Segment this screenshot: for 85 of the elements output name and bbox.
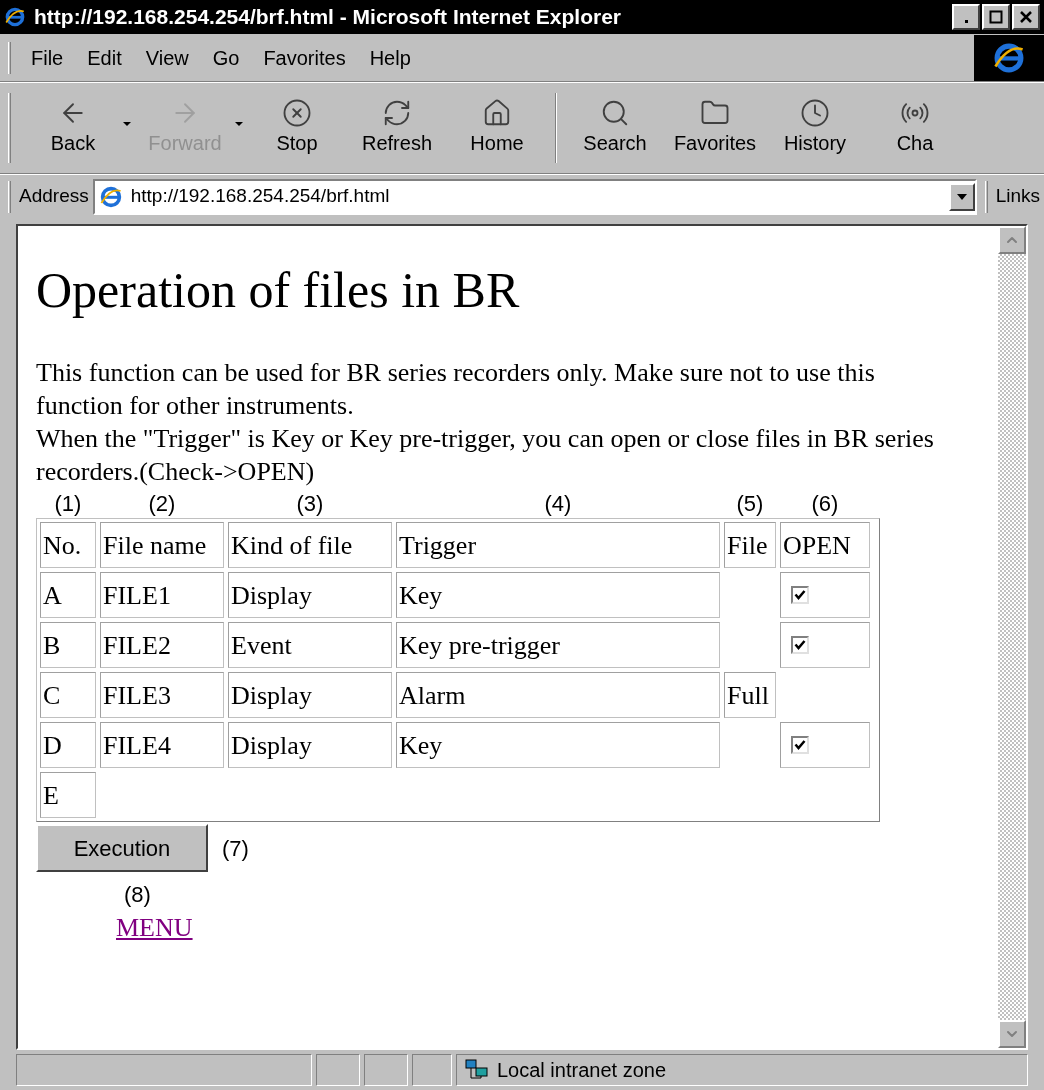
refresh-icon <box>382 98 412 128</box>
zone-text: Local intranet zone <box>497 1058 666 1083</box>
table-cell: Key pre-trigger <box>396 622 720 668</box>
check-icon <box>794 739 806 751</box>
column-header: Kind of file <box>228 522 392 568</box>
toolbar-button[interactable]: Refresh <box>347 98 447 158</box>
table-cell: Display <box>228 572 392 618</box>
toolbar-button[interactable]: Stop <box>247 98 347 158</box>
column-header: No. <box>40 522 96 568</box>
maximize-icon <box>989 10 1003 24</box>
column-header: OPEN <box>780 522 870 568</box>
dropdown-button[interactable] <box>948 182 975 211</box>
callout-label: (3) <box>296 490 324 518</box>
scroll-up-button[interactable] <box>998 226 1026 254</box>
table-cell: A <box>40 572 96 618</box>
status-pane <box>316 1054 360 1086</box>
callout-label: (7) <box>222 834 249 863</box>
address-label: Address <box>19 184 89 209</box>
table-cell: Event <box>228 622 392 668</box>
table-cell: Key <box>396 572 720 618</box>
close-button[interactable] <box>1012 4 1040 30</box>
search-icon <box>600 98 630 128</box>
check-icon <box>794 589 806 601</box>
table-cell: D <box>40 722 96 768</box>
close-icon <box>1019 10 1033 24</box>
menu-item[interactable]: Edit <box>75 42 134 73</box>
toolbar-button[interactable]: Cha <box>865 98 965 158</box>
callout-label: (6) <box>811 490 839 518</box>
callout-label: (5) <box>736 490 764 518</box>
table-cell: E <box>40 772 96 818</box>
callout-label: (2) <box>148 490 176 518</box>
table-cell: Full <box>724 672 776 718</box>
table-cell: Display <box>228 672 392 718</box>
table-cell: FILE3 <box>100 672 224 718</box>
home-icon <box>482 98 512 128</box>
table-cell: Alarm <box>396 672 720 718</box>
paragraph: This function can be used for BR series recorders only. Make sure not to use this function for other instruments. <box>36 357 876 422</box>
table-cell: C <box>40 672 96 718</box>
page-icon <box>4 6 26 28</box>
dropdown-arrow-icon <box>235 122 243 126</box>
stop-icon <box>282 98 312 128</box>
window-title: http://192.168.254.254/brf.html - Microsoft Internet Explorer <box>34 4 621 31</box>
address-field[interactable]: http://192.168.254.254/brf.html <box>92 178 977 215</box>
maximize-button[interactable] <box>982 4 1010 30</box>
menu-item[interactable]: Favorites <box>251 42 358 73</box>
checkbox[interactable] <box>791 586 809 604</box>
scroll-down-button[interactable] <box>998 1020 1026 1048</box>
checkbox[interactable] <box>791 636 809 654</box>
minimize-button[interactable] <box>952 4 980 30</box>
checkbox[interactable] <box>791 736 809 754</box>
table-cell: Display <box>228 722 392 768</box>
callout-label: (4) <box>544 490 572 518</box>
links-button[interactable]: Links <box>995 182 1044 211</box>
paragraph: When the "Trigger" is Key or Key pre-trigger, you can open or close files in BR series recorders.(Check->OPEN) <box>36 423 935 488</box>
dropdown-arrow-icon <box>123 122 131 126</box>
callout-label: (1) <box>54 490 82 518</box>
column-header: File name <box>100 522 224 568</box>
menu-item[interactable]: View <box>133 42 201 73</box>
menu-item[interactable]: File <box>19 42 76 73</box>
execution-button[interactable]: Execution <box>36 824 208 872</box>
toolbar-button[interactable]: Home <box>447 98 547 158</box>
toolbar-button[interactable]: Favorites <box>665 98 765 158</box>
menu-item[interactable]: Go <box>200 42 252 73</box>
table-cell: B <box>40 622 96 668</box>
check-icon <box>794 639 806 651</box>
toolbar-button[interactable]: Back <box>23 98 135 158</box>
toolbar-button[interactable]: Search <box>565 98 665 158</box>
table-cell: FILE2 <box>100 622 224 668</box>
column-header: Trigger <box>396 522 720 568</box>
column-header: File <box>724 522 776 568</box>
menu-link[interactable]: MENU <box>116 913 193 942</box>
clock-icon <box>800 98 830 128</box>
network-icon <box>465 1059 489 1081</box>
toolbar-button[interactable]: History <box>765 98 865 158</box>
dropdown-arrow-icon <box>955 192 968 201</box>
vertical-scrollbar[interactable] <box>998 226 1026 1048</box>
table-cell: Key <box>396 722 720 768</box>
status-pane <box>412 1054 452 1086</box>
callout-label: (8) <box>124 882 151 907</box>
table-cell: FILE4 <box>100 722 224 768</box>
page-icon <box>98 184 123 209</box>
status-pane <box>364 1054 408 1086</box>
table-cell: FILE1 <box>100 572 224 618</box>
page-heading: Operation of files in BR <box>36 261 521 320</box>
menu-item[interactable]: Help <box>357 42 423 73</box>
